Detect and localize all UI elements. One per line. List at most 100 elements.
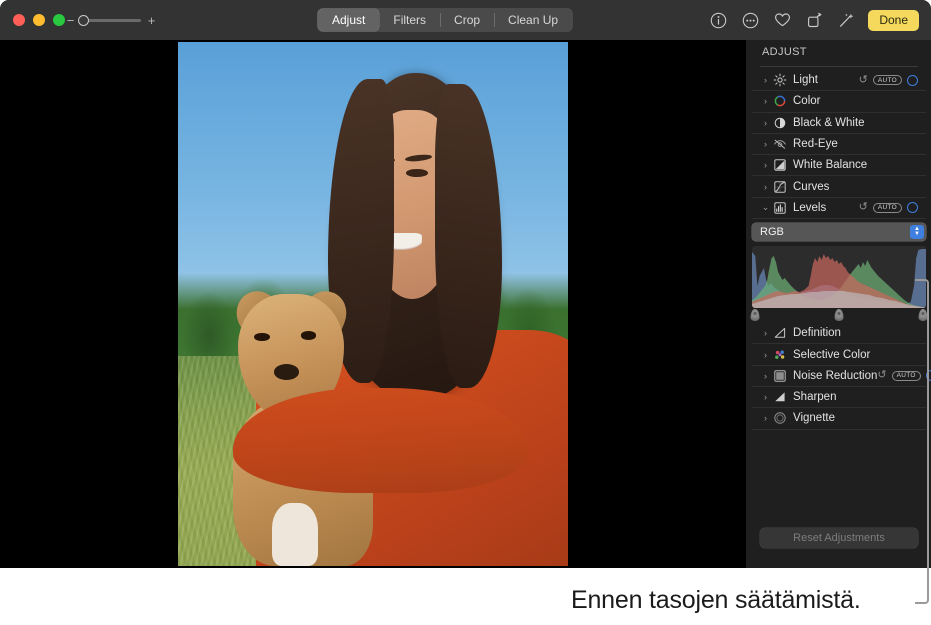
sidebar-item-red-eye[interactable]: › Red-Eye xyxy=(752,134,926,155)
sidebar-item-white-balance[interactable]: › White Balance xyxy=(752,155,926,176)
sidebar-item-label: Selective Color xyxy=(793,349,870,361)
rotate-icon[interactable] xyxy=(804,10,824,30)
levels-histogram[interactable] xyxy=(752,246,926,308)
magic-wand-icon[interactable] xyxy=(836,10,856,30)
sidebar-item-label: Definition xyxy=(793,327,841,339)
sidebar-item-curves[interactable]: › Curves xyxy=(752,176,926,197)
close-window-button[interactable] xyxy=(13,14,25,26)
adjustment-list: › Light ↺ AUTO xyxy=(746,70,931,430)
chevron-right-icon[interactable]: › xyxy=(760,413,771,423)
black-white-circle-icon xyxy=(772,115,787,130)
reset-arrow-icon[interactable]: ↺ xyxy=(859,75,868,86)
traffic-light-controls xyxy=(13,14,65,26)
info-icon[interactable] xyxy=(708,10,728,30)
sidebar-item-label: White Balance xyxy=(793,159,867,171)
chevron-right-icon[interactable]: › xyxy=(760,182,771,192)
row-controls: ↺ AUTO xyxy=(859,75,918,86)
levels-slider-track[interactable] xyxy=(752,309,926,323)
chevron-right-icon[interactable]: › xyxy=(760,392,771,402)
sidebar-item-label: Light xyxy=(793,74,818,86)
photo-dog-nose xyxy=(274,364,299,380)
callout-caption: Ennen tasojen säätämistä. xyxy=(571,586,861,615)
tab-adjust[interactable]: Adjust xyxy=(318,9,379,31)
curves-icon xyxy=(772,179,787,194)
zoom-slider-track[interactable] xyxy=(81,19,141,22)
photo-dog-chest xyxy=(272,503,319,566)
sidebar-item-noise-reduction[interactable]: › Noise Reduction ↺ AUTO xyxy=(752,366,926,387)
enable-toggle-icon[interactable] xyxy=(907,75,918,86)
sidebar-item-label: Sharpen xyxy=(793,391,836,403)
sidebar-item-vignette[interactable]: › Vignette xyxy=(752,408,926,429)
sidebar-item-levels[interactable]: ⌄ Levels ↺ AUTO xyxy=(752,198,926,219)
reset-arrow-icon[interactable]: ↺ xyxy=(859,202,868,213)
chevron-right-icon[interactable]: › xyxy=(760,160,771,170)
sidebar-item-label: Black & White xyxy=(793,117,865,129)
reset-adjustments-button[interactable]: Reset Adjustments xyxy=(760,528,918,548)
sidebar-heading: ADJUST xyxy=(762,46,807,58)
favorite-heart-icon[interactable] xyxy=(772,10,792,30)
zoom-in-icon[interactable]: + xyxy=(147,14,156,27)
chevron-updown-icon[interactable]: ▲ ▼ xyxy=(910,225,924,239)
photo-canvas xyxy=(0,40,745,568)
white-balance-icon xyxy=(772,158,787,173)
sidebar-item-label: Color xyxy=(793,95,820,107)
auto-button[interactable]: AUTO xyxy=(873,75,902,85)
zoom-slider-knob[interactable] xyxy=(78,15,89,26)
selective-color-icon xyxy=(772,347,787,362)
chevron-right-icon[interactable]: › xyxy=(760,371,771,381)
sidebar-item-definition[interactable]: › Definition xyxy=(752,323,926,344)
titlebar-tool-buttons: Done xyxy=(708,8,919,32)
more-options-icon[interactable] xyxy=(740,10,760,30)
chevron-right-icon[interactable]: › xyxy=(760,139,771,149)
brightness-sun-icon xyxy=(772,73,787,88)
color-wheel-icon xyxy=(772,94,787,109)
tab-filters[interactable]: Filters xyxy=(379,9,440,31)
sidebar-item-sharpen[interactable]: › Sharpen xyxy=(752,387,926,408)
enable-toggle-icon[interactable] xyxy=(907,202,918,213)
zoom-out-icon[interactable]: − xyxy=(66,14,75,27)
chevron-right-icon[interactable]: › xyxy=(760,96,771,106)
sidebar-item-light[interactable]: › Light ↺ AUTO xyxy=(752,70,926,91)
sidebar-item-label: Noise Reduction xyxy=(793,370,877,382)
tab-crop[interactable]: Crop xyxy=(440,9,494,31)
sidebar-item-label: Vignette xyxy=(793,412,835,424)
maximize-window-button[interactable] xyxy=(53,14,65,26)
adjust-sidebar: ADJUST › Light xyxy=(745,40,931,568)
sidebar-item-label: Red-Eye xyxy=(793,138,838,150)
zoom-slider[interactable]: − + xyxy=(66,14,156,27)
photos-editor-window: − + Adjust Filters Crop Clean Up xyxy=(0,0,931,568)
chevron-right-icon[interactable]: › xyxy=(760,118,771,128)
tab-clean-up[interactable]: Clean Up xyxy=(494,9,572,31)
sidebar-item-label: Curves xyxy=(793,181,829,193)
edited-photo[interactable] xyxy=(178,42,568,566)
chevron-down-icon[interactable]: ⌄ xyxy=(760,202,771,213)
chevron-right-icon[interactable]: › xyxy=(760,350,771,360)
sidebar-item-selective-color[interactable]: › Selective Color xyxy=(752,344,926,365)
sidebar-heading-divider xyxy=(760,66,918,67)
sidebar-item-black-and-white[interactable]: › Black & White xyxy=(752,113,926,134)
photo-dog-eye-right xyxy=(301,331,317,339)
done-button[interactable]: Done xyxy=(868,10,919,31)
editor-mode-tabs: Adjust Filters Crop Clean Up xyxy=(317,8,573,32)
noise-reduction-icon xyxy=(772,368,787,383)
definition-icon xyxy=(772,326,787,341)
row-controls: ↺ AUTO xyxy=(859,202,918,213)
photo-eye-right xyxy=(406,169,427,177)
sidebar-item-color[interactable]: › Color xyxy=(752,91,926,112)
vignette-icon xyxy=(772,411,787,426)
chevron-right-icon[interactable]: › xyxy=(760,75,771,85)
auto-button[interactable]: AUTO xyxy=(873,203,902,213)
chevron-right-icon[interactable]: › xyxy=(760,328,771,338)
reset-arrow-icon[interactable]: ↺ xyxy=(877,370,886,381)
window-titlebar: − + Adjust Filters Crop Clean Up xyxy=(0,0,931,40)
levels-channel-value: RGB xyxy=(760,226,784,238)
sharpen-icon xyxy=(772,390,787,405)
red-eye-icon xyxy=(772,137,787,152)
mid-point-handle[interactable] xyxy=(835,309,844,321)
minimize-window-button[interactable] xyxy=(33,14,45,26)
sidebar-item-label: Levels xyxy=(793,202,826,214)
photo-dog-eye-left xyxy=(254,333,270,341)
levels-channel-dropdown[interactable]: RGB ▲ ▼ xyxy=(752,223,926,241)
levels-panel: RGB ▲ ▼ xyxy=(752,223,926,323)
black-point-handle[interactable] xyxy=(751,309,760,321)
